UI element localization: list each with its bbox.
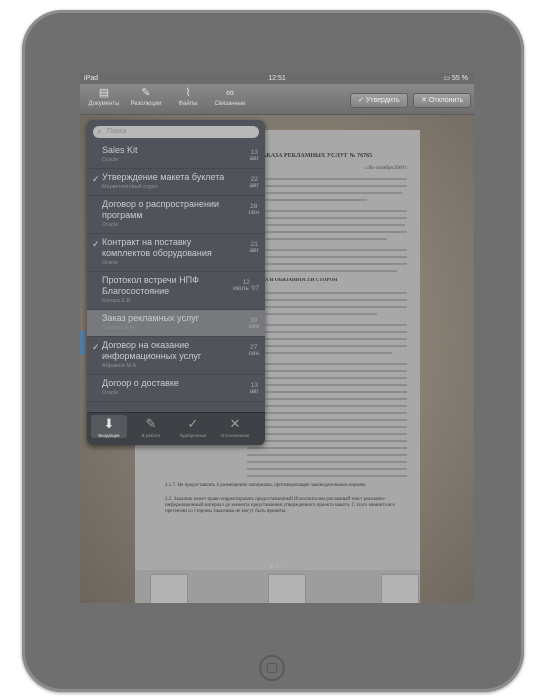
checkmark-icon: ✓ [187,416,199,431]
list-item[interactable]: ✓ Договор на оказание информационных усл… [87,337,265,375]
search-icon: ⌕ [97,127,102,136]
list-item[interactable]: Протокол встречи НПФ Благосостояние Коко… [87,272,265,310]
tab-resolutions[interactable]: ✎ Резолюции [126,86,166,107]
paperclip-icon: ⌇ [185,87,191,99]
pen-icon: ✎ [145,416,157,431]
battery-icon: ▭ [443,75,451,82]
documents-icon: ▤ [98,87,110,99]
reject-button[interactable]: ✕ Отклонить [413,93,472,108]
list-item[interactable]: Договор о распространении программ Oracl… [87,196,265,234]
link-icon: ∞ [226,87,234,99]
tab-in-progress[interactable]: ✎ В работе [133,415,169,438]
list-item[interactable]: ✓ Контракт на поставку комплектов оборуд… [87,234,265,272]
close-icon: ✕ [229,416,241,431]
side-panel-handle[interactable] [80,331,85,355]
tab-inbox[interactable]: ⬇ Входящие [91,415,127,438]
document-clause-2-2: 2.2. Заказчик имеет право корректировать… [165,497,395,514]
list-item-selected[interactable]: Заказ рекламных услуг Сухолуз А.Н. 30 сен [87,310,265,337]
document-list: Sales Kit Oracle 13 авг ✓ Утверждение мак… [87,142,265,402]
status-bar: iPad 12:51 ▭ 55 % [80,73,474,84]
pen-icon: ✎ [141,87,151,99]
approve-button[interactable]: ✓ Утвердить [350,93,408,108]
list-item[interactable]: Sales Kit Oracle 13 авг [87,142,265,169]
checkmark-icon: ✓ [358,97,364,104]
document-date: «30» октября 2009 г. [364,166,408,171]
tab-files[interactable]: ⌇ Файлы [168,86,208,107]
close-icon: ✕ [421,97,427,104]
inbox-icon: ⬇ [103,416,115,431]
document-clause-2-1-7: 2.1.7. Не предоставлять к размещению мат… [165,483,367,488]
tab-related[interactable]: ∞ Связанные [210,86,250,107]
home-button[interactable] [259,655,285,681]
list-item[interactable]: ✓ Утверждение макета буклета Маркетингов… [87,169,265,196]
popover-tab-bar: ⬇ Входящие ✎ В работе ✓ Одобренные ✕ Отк… [87,412,265,445]
tab-approved[interactable]: ✓ Одобренные [175,415,211,438]
page-thumbnails: 1 2 3 [135,570,420,603]
list-item[interactable]: Догоор о доставке Oracle 13 авг [87,375,265,402]
checkmark-icon: ✓ [92,342,100,352]
checkmark-icon: ✓ [92,174,100,184]
page-thumbnail[interactable]: 3 [381,574,419,603]
page-thumbnail[interactable]: 2 [268,574,306,603]
search-input[interactable]: ⌕ Поиск [93,126,259,138]
documents-popover: ⌕ Поиск Sales Kit Oracle 13 авг ✓ Утвержд… [87,120,265,445]
tab-rejected[interactable]: ✕ Отклоненные [217,415,253,438]
battery-indicator: ▭ 55 % [443,75,468,82]
checkmark-icon: ✓ [92,239,100,249]
clock: 12:51 [268,75,286,82]
document-section-heading: 2. ПРАВА И ОБЯЗАННОСТИ СТОРОН [247,278,338,283]
ipad-screen: iPad 12:51 ▭ 55 % ▤ Документы ✎ Резолюци… [80,73,474,603]
top-toolbar: ▤ Документы ✎ Резолюции ⌇ Файлы ∞ Связан… [80,84,474,115]
page-thumbnail[interactable]: 1 [150,574,188,603]
tab-documents[interactable]: ▤ Документы [84,86,124,107]
